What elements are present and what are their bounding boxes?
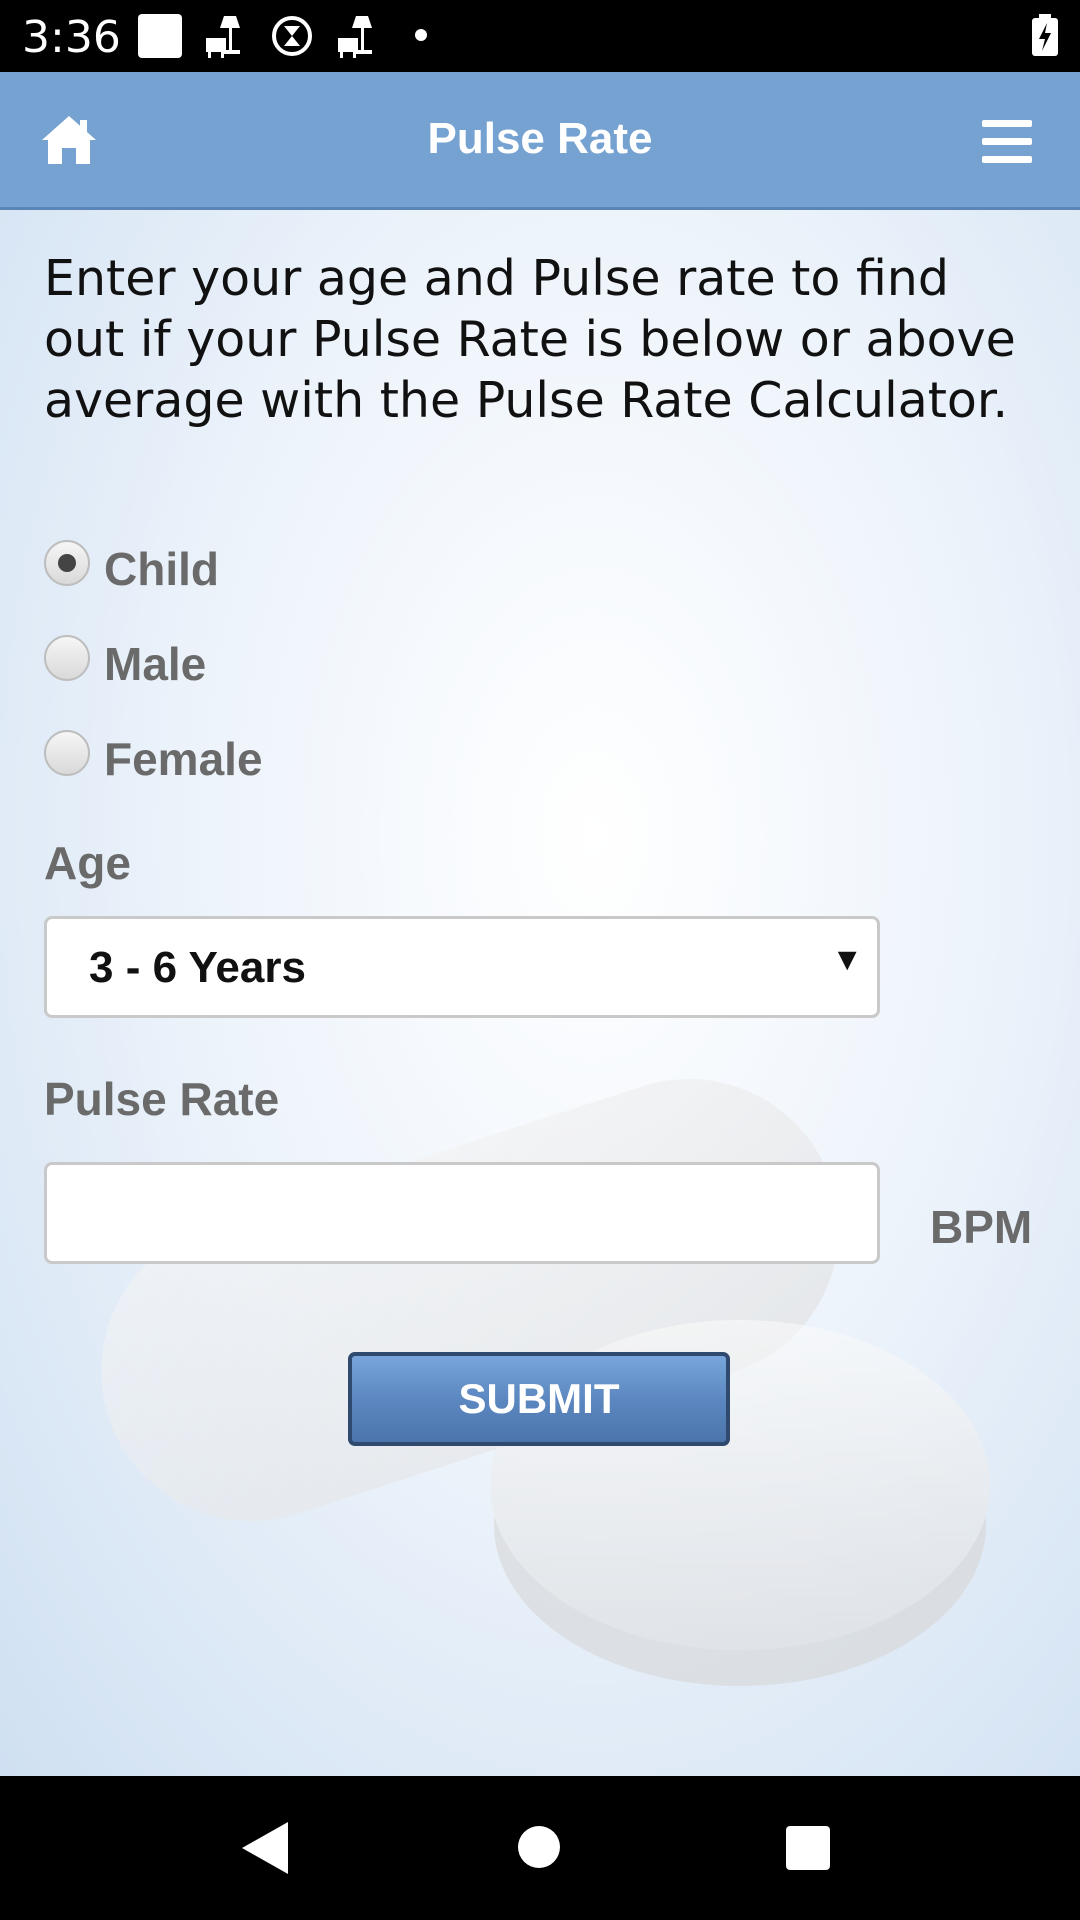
radio-label: Male [104, 638, 207, 690]
dropdown-arrow-icon: ▼ [831, 941, 863, 977]
radio-label: Child [104, 543, 219, 595]
back-icon[interactable] [242, 1822, 288, 1874]
furniture-icon-2 [338, 16, 372, 58]
page-title: Pulse Rate [427, 114, 653, 163]
age-select[interactable]: 3 - 6 Years ▼ [44, 916, 880, 1018]
status-bar: 3:36 [0, 0, 1080, 72]
furniture-icon [206, 16, 240, 58]
radio-button[interactable] [44, 730, 90, 776]
app-bar: Pulse Rate [0, 72, 1080, 210]
navigation-bar [0, 1776, 1080, 1920]
radio-button[interactable] [44, 635, 90, 681]
dot-icon [415, 29, 427, 41]
recents-icon[interactable] [786, 1826, 830, 1870]
bpm-unit-label: BPM [930, 1201, 1033, 1253]
radio-button[interactable] [44, 540, 90, 586]
main-content: Enter your age and Pulse rate to find ou… [0, 210, 1080, 1776]
status-time: 3:36 [22, 12, 121, 63]
age-select-value: 3 - 6 Years [89, 943, 306, 992]
pulse-rate-input[interactable] [44, 1162, 880, 1264]
hamburger-menu-icon[interactable] [982, 120, 1032, 164]
square-notification-icon [138, 14, 182, 58]
submit-button[interactable]: SUBMIT [348, 1352, 730, 1446]
pulse-rate-label: Pulse Rate [44, 1073, 280, 1125]
battery-charging-icon [1032, 14, 1058, 56]
age-label: Age [44, 837, 131, 889]
home-nav-icon[interactable] [518, 1826, 560, 1868]
radio-label: Female [104, 733, 263, 785]
hourglass-icon [272, 16, 312, 56]
intro-text: Enter your age and Pulse rate to find ou… [44, 250, 1016, 429]
